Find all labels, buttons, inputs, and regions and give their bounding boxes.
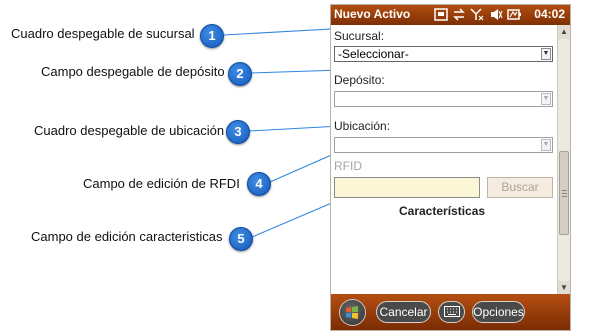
scroll-up-icon[interactable]: ▲ [558,25,570,39]
callout-line-5 [251,201,335,238]
battery-icon[interactable] [507,8,521,24]
rfid-label: RFID [334,159,362,173]
title-bar: Nuevo Activo 04:02 [331,5,570,25]
scroll-down-icon[interactable]: ▼ [558,281,570,295]
ubicacion-label: Ubicación: [334,119,391,133]
signal-off-icon[interactable] [470,8,484,24]
callout-line-3 [248,125,342,132]
caracteristicas-heading: Características [399,204,486,218]
windows-start-icon[interactable] [339,299,366,326]
keyboard-icon [443,306,460,320]
callout-badge-1: 1 [200,24,224,48]
grip-line [562,196,567,197]
callout-badge-3: 3 [226,120,250,144]
grip-line [562,190,567,191]
chevron-down-icon[interactable]: ▼ [541,93,551,105]
deposito-dropdown[interactable]: ▼ [334,91,553,107]
form-area: Sucursal: -Seleccionar- ▼ Depósito: ▼ Ub… [331,25,557,295]
sync-arrows-icon[interactable] [452,8,466,24]
device-screen: Nuevo Activo 04:02 Sucursal: -Selecciona… [330,4,571,331]
callout-label-caracteristicas: Campo de edición caracteristicas [31,229,223,244]
callout-label-ubicacion: Cuadro despegable de ubicación [34,123,225,138]
chevron-down-icon[interactable]: ▼ [541,139,551,151]
callout-badge-2: 2 [228,62,252,86]
clock: 04:02 [534,7,565,21]
callout-line-2 [250,69,343,74]
window-icon[interactable] [434,8,448,24]
grip-line [562,193,567,194]
ubicacion-dropdown[interactable]: ▼ [334,137,553,153]
callout-badge-4: 4 [247,172,271,196]
chevron-down-icon[interactable]: ▼ [541,48,551,60]
vertical-scrollbar[interactable]: ▲ ▼ [557,25,570,295]
buscar-button[interactable]: Buscar [487,177,553,198]
callout-line-4 [269,152,337,183]
callout-label-sucursal: Cuadro despegable de sucursal [11,26,195,41]
cancelar-button[interactable]: Cancelar [376,301,431,323]
keyboard-button[interactable] [438,301,465,323]
volume-icon[interactable] [489,8,503,24]
opciones-button[interactable]: Opciones [472,301,525,323]
callout-label-deposito: Campo despegable de depósito [41,64,225,79]
callout-badge-5: 5 [229,227,253,251]
sucursal-label: Sucursal: [334,29,385,43]
scroll-thumb[interactable] [559,151,569,235]
sucursal-dropdown[interactable]: -Seleccionar- ▼ [334,46,553,62]
screen-title: Nuevo Activo [334,7,411,21]
deposito-label: Depósito: [334,73,385,87]
callout-label-rfid: Campo de edición de RFDI [83,176,240,191]
sucursal-dropdown-value: -Seleccionar- [338,47,409,61]
soft-key-bar: Cancelar Opciones [331,294,570,330]
rfid-input[interactable] [334,177,480,198]
